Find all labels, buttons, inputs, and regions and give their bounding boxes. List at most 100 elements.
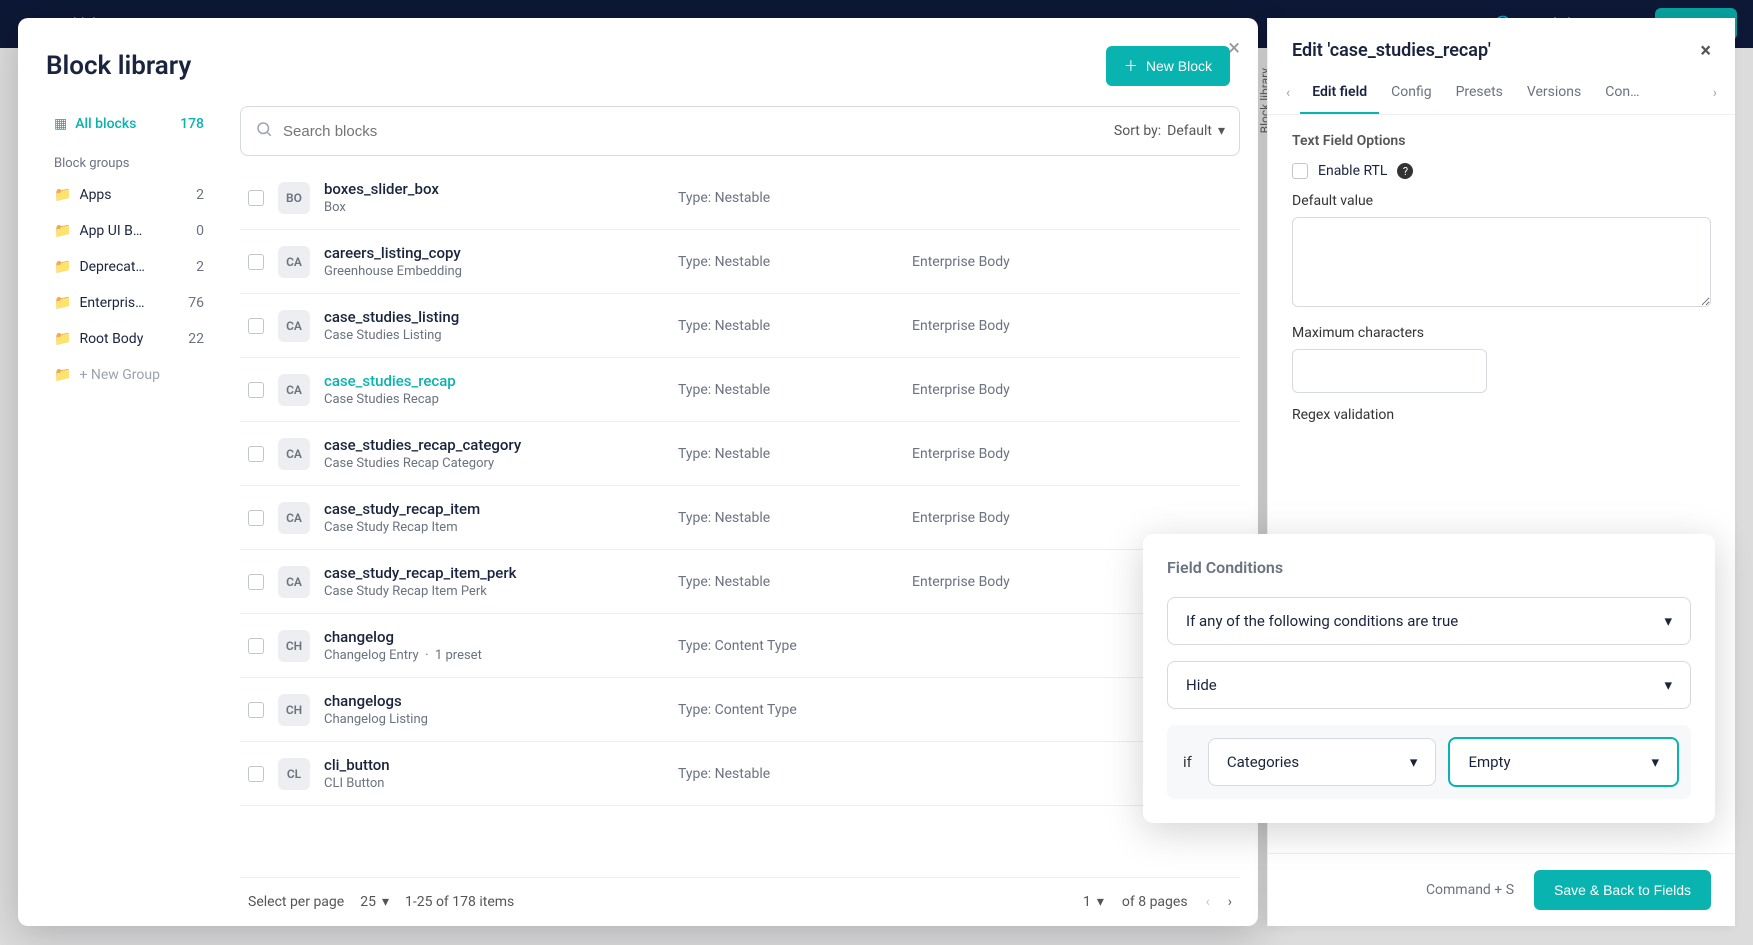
block-subtitle: Case Studies Recap [324,392,664,407]
block-type: Type: Nestable [678,574,898,590]
nav-all-count: 178 [180,116,204,132]
help-icon[interactable]: ? [1397,163,1413,179]
block-avatar: CH [278,630,310,662]
plus-icon: ＋ [1124,56,1138,76]
block-name: changelogs [324,692,664,710]
nav-group-count: 2 [196,259,204,275]
nav-groups-label: Block groups [46,142,212,177]
nav-group-item[interactable]: 📁Deprecat…2 [46,249,212,285]
block-avatar: CH [278,694,310,726]
row-checkbox[interactable] [248,574,264,590]
rtl-checkbox[interactable] [1292,163,1308,179]
of-pages-label: of 8 pages [1122,894,1188,910]
max-chars-label: Maximum characters [1292,325,1711,341]
row-checkbox[interactable] [248,318,264,334]
block-row[interactable]: CA case_studies_recap_category Case Stud… [240,422,1240,486]
condition-field-select[interactable]: Categories ▾ [1208,738,1437,786]
panel-tab[interactable]: Con… [1593,72,1651,114]
block-name: case_study_recap_item_perk [324,564,664,582]
nav-group-count: 76 [188,295,204,311]
nav-all-label: All blocks [75,116,136,132]
search-row: Sort by: Default ▾ [240,106,1240,156]
row-checkbox[interactable] [248,190,264,206]
panel-tab[interactable]: Config [1379,72,1443,114]
shortcut-hint: Command + S [1426,882,1514,898]
block-type: Type: Content Type [678,638,898,654]
save-button[interactable]: Save & Back to Fields [1534,870,1711,910]
row-checkbox[interactable] [248,766,264,782]
close-icon[interactable]: × [1228,36,1240,61]
block-subtitle: Case Study Recap Item Perk [324,584,664,599]
modal-title: Block library [46,51,191,81]
nav-all-blocks[interactable]: ▦ All blocks 178 [46,106,212,142]
nav-group-item[interactable]: 📁 Root Body 22 [46,321,212,357]
condition-mode-select[interactable]: If any of the following conditions are t… [1167,597,1691,645]
sort-label: Sort by: [1114,123,1161,139]
close-icon[interactable]: × [1700,38,1711,62]
panel-tab[interactable]: Versions [1515,72,1593,114]
block-row[interactable]: CA case_study_recap_item_perk Case Study… [240,550,1240,614]
block-row[interactable]: CA case_studies_listing Case Studies Lis… [240,294,1240,358]
block-library-modal: × Block library ＋ New Block ▦ All blocks… [18,18,1258,926]
block-row[interactable]: CH changelogs Changelog Listing Type: Co… [240,678,1240,742]
row-checkbox[interactable] [248,382,264,398]
folder-icon: 📁 [54,295,71,311]
block-subtitle: Box [324,200,664,215]
max-chars-input[interactable]: ▴ ▾ [1292,349,1487,393]
nav-group-item[interactable]: 📁Apps2 [46,177,212,213]
block-row[interactable]: CA case_studies_recap Case Studies Recap… [240,358,1240,422]
default-value-input[interactable] [1292,217,1711,307]
chevron-down-icon: ▾ [1410,753,1418,771]
nav-group-count: 22 [188,331,204,347]
next-page-icon[interactable]: › [1228,894,1232,910]
nav-group-item[interactable]: 📁App UI B…0 [46,213,212,249]
block-name: careers_listing_copy [324,244,664,262]
block-subtitle: Case Study Recap Item [324,520,664,535]
enable-rtl-row[interactable]: Enable RTL ? [1292,163,1711,179]
nav-group-label: Root Body [79,331,143,347]
nav-group-label: Enterpris… [79,295,144,311]
default-value-label: Default value [1292,193,1711,209]
tabs-next-icon[interactable]: › [1707,85,1723,101]
main-area: Sort by: Default ▾ BO boxes_slider_box B… [222,106,1258,926]
block-list: BO boxes_slider_box Box Type: Nestable C… [240,166,1240,877]
block-row[interactable]: CA careers_listing_copy Greenhouse Embed… [240,230,1240,294]
per-page-select[interactable]: 25 ▾ [360,894,389,910]
new-group-label: + New Group [79,367,160,383]
search-input[interactable] [283,123,1114,140]
sort-value: Default [1167,123,1212,139]
row-checkbox[interactable] [248,638,264,654]
block-row[interactable]: CL cli_button CLI Button Type: Nestable [240,742,1240,806]
block-group: Enterprise Body [912,318,1010,334]
panel-tab[interactable]: Edit field [1300,72,1379,114]
folder-icon: 📁 [54,187,71,203]
row-checkbox[interactable] [248,510,264,526]
nav-group-label: App UI B… [79,223,142,239]
panel-tabs: ‹ Edit fieldConfigPresetsVersionsCon… › [1268,72,1735,115]
block-avatar: CA [278,246,310,278]
prev-page-icon[interactable]: ‹ [1206,894,1210,910]
row-checkbox[interactable] [248,254,264,270]
folder-icon: 📁 [54,331,71,347]
block-row[interactable]: CH changelog Changelog Entry · 1 preset … [240,614,1240,678]
block-row[interactable]: CA case_study_recap_item Case Study Reca… [240,486,1240,550]
max-chars-field[interactable] [1293,350,1487,392]
condition-operator-select[interactable]: Empty ▾ [1448,737,1679,787]
condition-mode-value: If any of the following conditions are t… [1186,612,1458,630]
panel-tab[interactable]: Presets [1444,72,1515,114]
range-label: 1-25 of 178 items [405,894,514,910]
row-checkbox[interactable] [248,446,264,462]
block-subtitle: Changelog Listing [324,712,664,727]
nav-group-item[interactable]: 📁 Enterpris… 76 [46,285,212,321]
block-row[interactable]: BO boxes_slider_box Box Type: Nestable [240,166,1240,230]
condition-action-select[interactable]: Hide ▾ [1167,661,1691,709]
new-group-button[interactable]: 📁 + New Group [46,357,212,393]
sort-by-dropdown[interactable]: Sort by: Default ▾ [1114,123,1225,139]
block-subtitle: Greenhouse Embedding [324,264,664,279]
tabs-prev-icon[interactable]: ‹ [1280,85,1296,101]
row-checkbox[interactable] [248,702,264,718]
page-select[interactable]: 1 ▾ [1083,894,1104,910]
condition-field-value: Categories [1227,753,1299,771]
block-type: Type: Nestable [678,190,898,206]
new-block-button[interactable]: ＋ New Block [1106,46,1230,86]
